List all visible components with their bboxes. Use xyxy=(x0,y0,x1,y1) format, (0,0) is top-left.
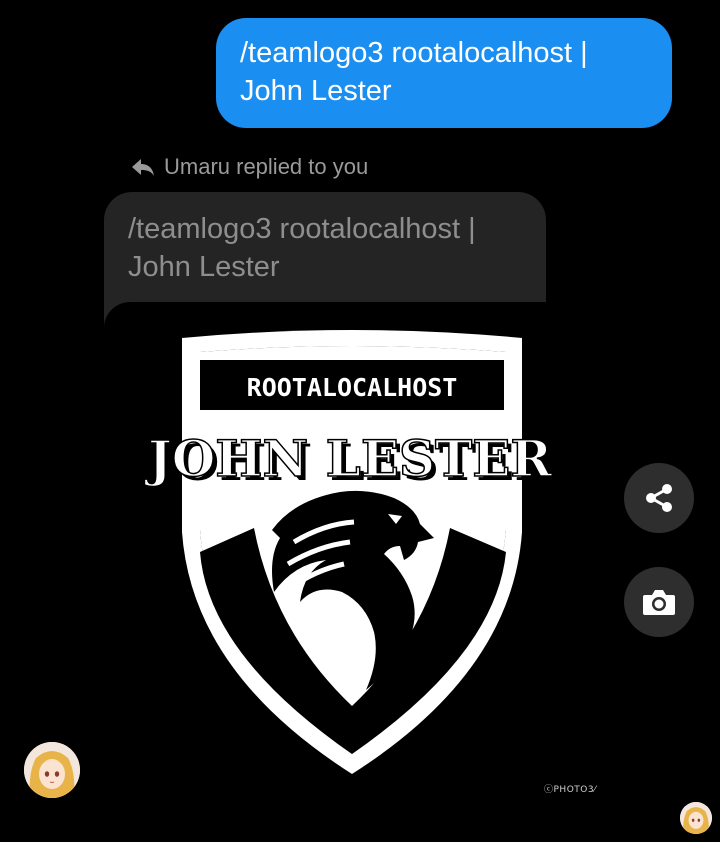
sent-message-bubble[interactable]: /teamlogo3 rootalocalhost | John Lester xyxy=(216,18,672,128)
camera-button[interactable] xyxy=(624,567,694,637)
watermark: ⓒPHOTO3⁄ xyxy=(544,785,597,795)
reply-icon xyxy=(130,156,156,178)
avatar-image xyxy=(680,802,712,834)
share-button[interactable] xyxy=(624,463,694,533)
reply-header-text: Umaru replied to you xyxy=(164,154,369,179)
camera-icon xyxy=(643,590,675,615)
read-receipt-avatar xyxy=(680,802,712,834)
team-logo-shield: ROOTALOCALHOST JOHN LESTER JOHN LESTER xyxy=(143,330,556,774)
banner-text: ROOTALOCALHOST xyxy=(247,373,458,402)
name-text: JOHN LESTER xyxy=(144,429,552,488)
logo-image[interactable]: ROOTALOCALHOST JOHN LESTER JOHN LESTER ⓒ… xyxy=(104,302,604,802)
sender-avatar[interactable] xyxy=(24,742,80,798)
avatar-image xyxy=(24,742,80,798)
reply-header: Umaru replied to you xyxy=(130,150,368,184)
share-icon xyxy=(646,484,672,512)
